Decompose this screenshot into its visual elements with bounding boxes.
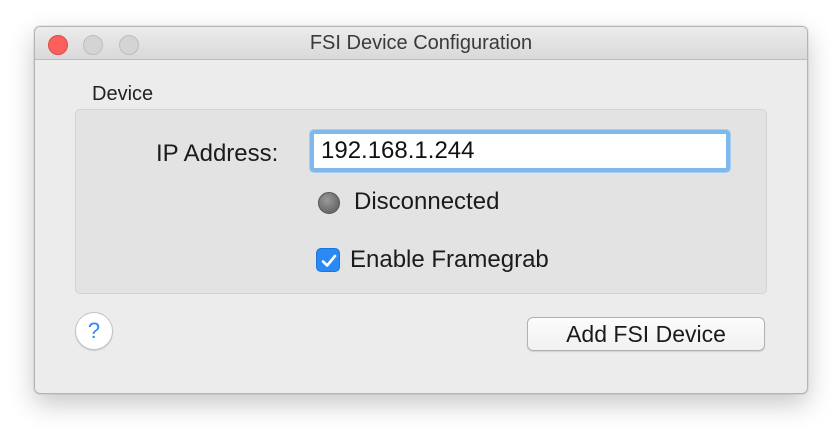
enable-framegrab-label[interactable]: Enable Framegrab: [350, 246, 549, 274]
add-fsi-device-button[interactable]: Add FSI Device: [527, 317, 765, 351]
window-title: FSI Device Configuration: [309, 32, 533, 54]
device-group-box: IP Address: Disconnected Enable Framegra…: [75, 109, 767, 294]
dialog-window: FSI Device Configuration Device IP Addre…: [34, 26, 808, 394]
title-bar: FSI Device Configuration: [35, 27, 807, 60]
ip-address-input[interactable]: [310, 130, 730, 172]
checkmark-icon: [321, 254, 337, 267]
device-group-label: Device: [92, 83, 154, 105]
ip-address-label: IP Address:: [156, 140, 279, 167]
status-indicator-icon: [318, 192, 340, 214]
help-button[interactable]: ?: [75, 312, 113, 350]
enable-framegrab-checkbox[interactable]: [316, 248, 340, 272]
connection-status-text: Disconnected: [354, 188, 500, 215]
